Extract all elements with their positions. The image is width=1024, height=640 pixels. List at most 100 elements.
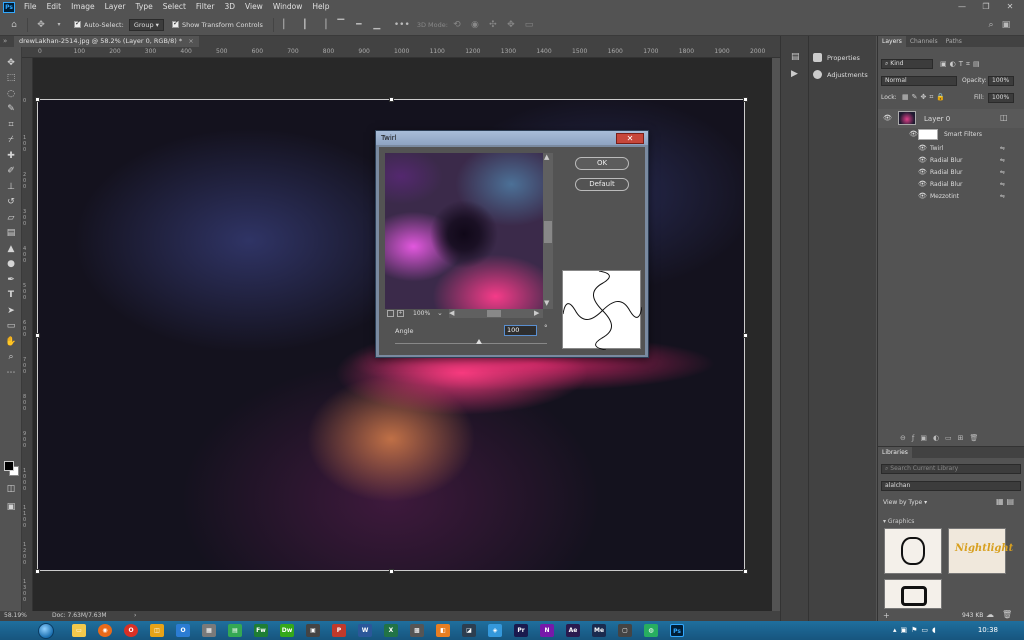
path-selection-tool-icon[interactable]: ➤ [0, 303, 22, 319]
app-icon[interactable]: ◫ [150, 624, 164, 637]
fireworks-icon[interactable]: Fw [254, 624, 268, 637]
menu-help[interactable]: Help [307, 0, 334, 14]
visibility-eye-icon[interactable]: 👁 [918, 191, 927, 202]
transform-handle[interactable] [389, 97, 394, 102]
angle-input[interactable]: 100 [504, 325, 537, 336]
after-effects-icon[interactable]: Ae [566, 624, 580, 637]
visibility-eye-icon[interactable]: 👁 [918, 143, 927, 154]
media-encoder-icon[interactable]: Me [592, 624, 606, 637]
menu-window[interactable]: Window [268, 0, 308, 14]
visibility-eye-icon[interactable]: 👁 [918, 155, 927, 166]
blend-mode-dropdown[interactable]: Normal [881, 76, 957, 86]
tab-paths[interactable]: Paths [942, 36, 966, 47]
library-search-input[interactable]: ⌕ Search Current Library [881, 464, 1021, 474]
blending-options-icon[interactable]: ⇋ [1000, 167, 1005, 178]
transform-handle[interactable] [35, 569, 40, 574]
opera-icon[interactable]: O [124, 624, 138, 637]
transform-handle[interactable] [743, 333, 748, 338]
tab-libraries[interactable]: Libraries [878, 447, 912, 458]
app-icon[interactable]: ◍ [644, 624, 658, 637]
show-transform-checkbox[interactable] [171, 19, 179, 28]
transform-handle[interactable] [35, 97, 40, 102]
filter-row-mezzotint[interactable]: 👁 Mezzotint ⇋ [878, 191, 1024, 203]
3d-pan-icon[interactable]: ✣ [487, 19, 499, 31]
scroll-thumb[interactable] [487, 310, 501, 317]
pen-tool-icon[interactable]: ✒ [0, 272, 22, 288]
3d-slide-icon[interactable]: ✥ [505, 19, 517, 31]
view-by-type-dropdown[interactable]: View by Type ▾ [883, 499, 927, 506]
workspace-icon[interactable]: ▣ [1000, 19, 1012, 31]
search-icon[interactable]: ⌕ [985, 19, 997, 31]
blending-options-icon[interactable]: ⇋ [1000, 143, 1005, 154]
blending-options-icon[interactable]: ⇋ [1000, 155, 1005, 166]
angle-slider-knob[interactable] [475, 339, 482, 344]
transform-handle[interactable] [743, 97, 748, 102]
library-graphic-thumbnail[interactable] [884, 528, 942, 574]
close-window-button[interactable]: ✕ [1000, 0, 1020, 14]
3d-scale-icon[interactable]: ▭ [523, 19, 535, 31]
layers-footer-icons[interactable]: ⊖ƒ▣◐▭⊞🗑 [900, 434, 984, 442]
cloud-icon[interactable]: ☁ [986, 610, 994, 619]
play-action-icon[interactable]: ▶ [791, 69, 798, 79]
quick-selection-tool-icon[interactable]: ✎ [0, 102, 22, 118]
zoom-in-button[interactable]: + [397, 310, 404, 317]
align-left-icon[interactable]: ▏ [281, 19, 293, 31]
filter-row-radial-blur[interactable]: 👁 Radial Blur ⇋ [878, 167, 1024, 179]
start-button[interactable] [38, 622, 54, 639]
foreground-color-swatch[interactable] [4, 461, 14, 471]
lock-icons[interactable]: ▦✎✥⌗🔒 [902, 93, 948, 102]
tab-channels[interactable]: Channels [906, 36, 942, 47]
library-graphic-thumbnail[interactable]: Nightlight [948, 528, 1013, 574]
transform-handle[interactable] [35, 333, 40, 338]
app-icon[interactable]: ▤ [228, 624, 242, 637]
filter-preview[interactable] [385, 153, 543, 309]
eraser-tool-icon[interactable]: ▱ [0, 210, 22, 226]
auto-select-checkbox[interactable] [74, 19, 81, 28]
zoom-tool-icon[interactable]: ⌕ [0, 350, 22, 366]
move-tool-icon[interactable]: ✥ [35, 19, 47, 31]
app-icon[interactable]: ◧ [436, 624, 450, 637]
scroll-left-arrow-icon[interactable]: ◀ [449, 309, 454, 317]
restore-button[interactable]: ❐ [976, 0, 996, 14]
dodge-tool-icon[interactable]: ● [0, 257, 22, 273]
graphics-section-label[interactable]: ▾ Graphics [883, 518, 914, 525]
filter-row-twirl[interactable]: 👁 Twirl ⇋ [878, 143, 1024, 155]
align-bottom-icon[interactable]: ▁ [371, 19, 383, 31]
firefox-icon[interactable]: ◉ [98, 624, 112, 637]
edit-toolbar-icon[interactable]: ⋯ [0, 365, 22, 381]
preview-vertical-scrollbar[interactable]: ▲ ▼ [543, 153, 553, 309]
history-brush-tool-icon[interactable]: ↺ [0, 195, 22, 211]
library-graphic-thumbnail[interactable] [884, 579, 942, 609]
filter-row-radial-blur[interactable]: 👁 Radial Blur ⇋ [878, 179, 1024, 191]
blending-options-icon[interactable]: ⇋ [1000, 191, 1005, 202]
brush-tool-icon[interactable]: ✐ [0, 164, 22, 180]
library-select[interactable]: alalchan [881, 481, 1021, 491]
smart-filters-row[interactable]: 👁 Smart Filters [878, 129, 1024, 141]
add-content-icon[interactable]: + [883, 611, 890, 620]
visibility-eye-icon[interactable]: 👁 [909, 129, 918, 140]
app-icon[interactable]: ◪ [462, 624, 476, 637]
menu-file[interactable]: File [19, 0, 42, 14]
default-button[interactable]: Default [575, 178, 629, 191]
dreamweaver-icon[interactable]: Dw [280, 624, 294, 637]
menu-type[interactable]: Type [131, 0, 158, 14]
3d-orbit-icon[interactable]: ⟲ [451, 19, 463, 31]
screen-mode-icon[interactable]: ▣ [0, 499, 22, 515]
align-top-icon[interactable]: ▔ [335, 19, 347, 31]
menu-edit[interactable]: Edit [42, 0, 67, 14]
app-icon[interactable]: ▦ [202, 624, 216, 637]
minimize-button[interactable]: — [952, 0, 972, 14]
home-icon[interactable]: ⌂ [8, 19, 20, 31]
hand-tool-icon[interactable]: ✋ [0, 334, 22, 350]
shape-tool-icon[interactable]: ▭ [0, 319, 22, 335]
status-menu-arrow[interactable]: › [134, 611, 136, 621]
dialog-close-button[interactable]: ✕ [616, 133, 644, 144]
ok-button[interactable]: OK [575, 157, 629, 170]
layer-name[interactable]: Layer 0 [924, 115, 950, 123]
gradient-tool-icon[interactable]: ▤ [0, 226, 22, 242]
filter-icons[interactable]: ▣◐T⌗▤ [940, 60, 983, 69]
photoshop-taskbar-icon[interactable]: Ps [670, 624, 684, 637]
app-icon[interactable]: ▢ [618, 624, 632, 637]
history-icon[interactable]: ▤ [791, 52, 800, 62]
premiere-icon[interactable]: Pr [514, 624, 528, 637]
